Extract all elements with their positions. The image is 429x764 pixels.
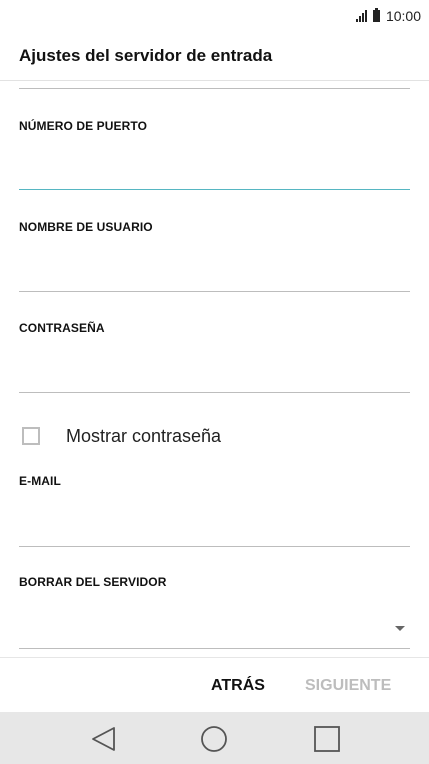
username-label: NOMBRE DE USUARIO [19,220,153,234]
nav-back-icon[interactable] [89,724,119,754]
nav-recents-icon[interactable] [312,724,342,754]
status-bar: 10:00 [0,0,429,30]
password-underline [19,392,410,393]
page-title: Ajustes del servidor de entrada [19,46,273,65]
nav-home-icon[interactable] [199,724,229,754]
email-label: E-MAIL [19,474,61,488]
show-password-row[interactable]: Mostrar contraseña [22,424,221,448]
divider [19,88,410,89]
port-underline [19,189,410,190]
next-button[interactable]: SIGUIENTE [305,677,391,695]
signal-icon [355,10,367,22]
delete-from-server-label: BORRAR DEL SERVIDOR [19,575,167,589]
show-password-label: Mostrar contraseña [66,425,222,446]
navigation-bar [0,712,429,764]
show-password-checkbox[interactable] [22,427,40,445]
back-button[interactable]: ATRÁS [211,677,265,695]
wizard-action-bar: ATRÁS SIGUIENTE [0,657,429,713]
dropdown-arrow-icon[interactable] [395,626,405,631]
dropdown-underline [19,648,410,649]
battery-icon [372,8,380,22]
password-label: CONTRASEÑA [19,321,105,335]
settings-form: NÚMERO DE PUERTO NOMBRE DE USUARIO CONTR… [0,81,429,656]
email-input[interactable] [19,512,410,544]
port-input[interactable] [19,155,410,187]
app-header: Ajustes del servidor de entrada [0,30,429,81]
port-label: NÚMERO DE PUERTO [19,119,148,133]
delete-from-server-dropdown[interactable] [19,609,410,647]
status-indicators: 10:00 [355,7,421,25]
email-underline [19,546,410,547]
status-time: 10:00 [385,8,421,24]
password-input[interactable] [19,358,410,390]
username-input[interactable] [19,257,410,289]
username-underline [19,291,410,292]
